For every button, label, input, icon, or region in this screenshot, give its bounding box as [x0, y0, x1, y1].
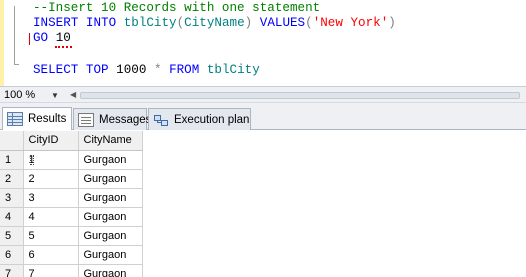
results-grid-icon	[7, 112, 23, 126]
keyword-go: GO	[33, 31, 49, 45]
cell-cityname[interactable]: Gurgaon	[78, 245, 143, 265]
top-count: 1000	[116, 63, 147, 77]
keyword-from: FROM	[169, 63, 200, 77]
scrollbar-thumb[interactable]	[80, 92, 520, 99]
results-grid[interactable]: CityID CityName 1 1 Gurgaon 2 2 Gurgaon …	[0, 131, 526, 277]
table-row[interactable]: 4 4 Gurgaon	[0, 207, 143, 227]
table-name: tblCity	[206, 63, 260, 77]
sql-comment: --Insert 10 Records with one statement	[33, 1, 321, 15]
cell-cityid[interactable]: 1	[23, 150, 79, 170]
cell-cityid[interactable]: 5	[23, 226, 79, 246]
chevron-down-icon[interactable]: ▼	[51, 91, 59, 100]
cell-cityname[interactable]: Gurgaon	[78, 226, 143, 246]
cell-cityid[interactable]: 4	[23, 207, 79, 227]
table-row[interactable]: 3 3 Gurgaon	[0, 188, 143, 208]
text-caret	[29, 33, 30, 45]
header-row: CityID CityName	[0, 131, 143, 151]
column-header-cityname[interactable]: CityName	[78, 131, 143, 151]
column-header-cityid[interactable]: CityID	[23, 131, 79, 151]
scroll-left-icon[interactable]: ◀	[70, 91, 76, 99]
keyword-values: VALUES	[259, 16, 306, 30]
horizontal-scrollbar[interactable]: ◀	[70, 91, 524, 99]
row-number[interactable]: 7	[0, 264, 24, 277]
paren: (	[305, 16, 313, 30]
keyword-insert-into: INSERT INTO	[33, 16, 117, 30]
row-header-corner[interactable]	[0, 131, 24, 151]
code-line-go[interactable]: GO 10	[33, 31, 71, 46]
string-literal: 'New York'	[312, 16, 389, 30]
paren: )	[244, 16, 253, 30]
tab-results-label: Results	[28, 113, 67, 125]
tab-results[interactable]: Results	[2, 107, 72, 130]
cell-cityid[interactable]: 2	[23, 169, 79, 189]
row-number[interactable]: 6	[0, 245, 24, 265]
row-number[interactable]: 5	[0, 226, 24, 246]
cell-cityid[interactable]: 6	[23, 245, 79, 265]
code-line-comment[interactable]: --Insert 10 Records with one statement	[33, 1, 320, 16]
zoom-dropdown[interactable]: 100 % ▼	[1, 88, 63, 102]
query-editor[interactable]: --Insert 10 Records with one statement I…	[0, 0, 526, 86]
outline-collapse-line	[14, 6, 15, 64]
results-tabbar: Results Messages Execution plan	[0, 103, 526, 130]
cell-cityid[interactable]: 3	[23, 188, 79, 208]
paren: )	[388, 16, 396, 30]
cell-cityname[interactable]: Gurgaon	[78, 264, 143, 277]
table-row[interactable]: 2 2 Gurgaon	[0, 169, 143, 189]
selected-cell-value: 1	[28, 153, 35, 166]
tab-messages[interactable]: Messages	[73, 108, 151, 130]
tab-messages-label: Messages	[99, 113, 152, 126]
table-name: tblCity	[123, 16, 177, 30]
results-table: CityID CityName 1 1 Gurgaon 2 2 Gurgaon …	[0, 131, 143, 277]
table-row[interactable]: 6 6 Gurgaon	[0, 245, 143, 265]
cell-cityname[interactable]: Gurgaon	[78, 150, 143, 170]
keyword-select-top: SELECT TOP	[33, 63, 109, 77]
messages-icon	[78, 112, 94, 127]
row-number[interactable]: 2	[0, 169, 24, 189]
zoom-strip: 100 % ▼ ◀	[0, 86, 526, 103]
tab-execution-plan[interactable]: Execution plan	[148, 108, 251, 130]
tab-execution-plan-label: Execution plan	[174, 113, 250, 126]
batch-count: 10	[55, 31, 71, 45]
star: *	[153, 63, 162, 77]
table-row[interactable]: 1 1 Gurgaon	[0, 150, 143, 170]
column-name: CityName	[184, 16, 245, 30]
code-line-select[interactable]: SELECT TOP 1000 * FROM tblCity	[33, 63, 260, 78]
cell-cityname[interactable]: Gurgaon	[78, 207, 143, 227]
outline-collapse-end	[14, 64, 19, 65]
cell-cityname[interactable]: Gurgaon	[78, 169, 143, 189]
error-squiggle	[55, 46, 72, 48]
row-number[interactable]: 1	[0, 150, 24, 170]
row-number[interactable]: 4	[0, 207, 24, 227]
table-row[interactable]: 7 7 Gurgaon	[0, 264, 143, 277]
cell-cityid[interactable]: 7	[23, 264, 79, 277]
table-row[interactable]: 5 5 Gurgaon	[0, 226, 143, 246]
zoom-value: 100 %	[4, 89, 36, 101]
execution-plan-icon	[153, 113, 169, 127]
code-line-insert[interactable]: INSERT INTO tblCity(CityName) VALUES('Ne…	[33, 16, 396, 31]
cell-cityname[interactable]: Gurgaon	[78, 188, 143, 208]
change-tracking-bar	[0, 0, 4, 86]
row-number[interactable]: 3	[0, 188, 24, 208]
